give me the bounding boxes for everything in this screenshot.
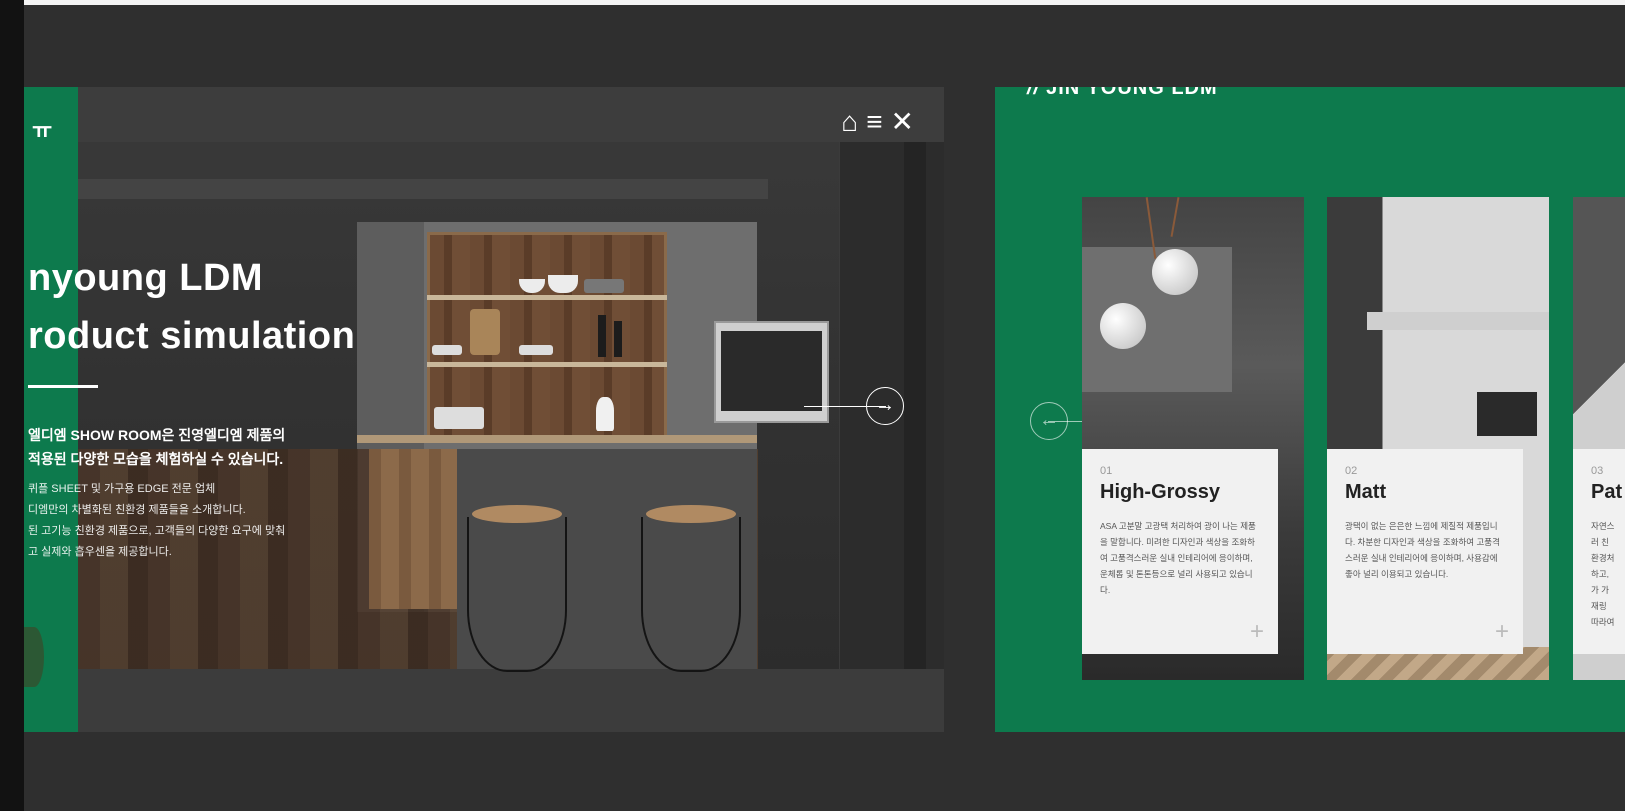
canisters [434, 407, 484, 429]
arrow-right-icon: → [866, 387, 904, 425]
bowl [548, 275, 578, 293]
title-line-2: roduct simulation [28, 315, 356, 357]
strip-logo: ㅠ [32, 118, 53, 143]
brand-logo: // JIN YOUNG LDM [1027, 87, 1218, 100]
card-info: 01 High-Grossy ASA 고분말 고광택 처리하여 광이 나는 제품… [1082, 449, 1278, 654]
home-icon[interactable]: ⌂ [841, 107, 858, 137]
cutting-board [470, 309, 500, 355]
card-number: 02 [1345, 465, 1358, 477]
logo-text: JIN YOUNG LDM [1046, 87, 1218, 99]
pendant-lamp [1100, 303, 1146, 349]
next-arrow-button[interactable]: → [804, 387, 904, 427]
desc-small-4: 고 실제와 흡우센을 제공합니다. [28, 546, 172, 558]
bottle [598, 315, 606, 357]
vase [596, 397, 614, 431]
header-icons: ⌂ ≡ ✕ [841, 107, 914, 137]
wall-column [904, 142, 926, 732]
right-wall [839, 142, 944, 732]
title-line-1: nyoung LDM [28, 257, 264, 299]
dish [432, 345, 462, 355]
card-info: 03 Pat 자연스러 친환경처 하고, 가 가재링 따라여 [1573, 449, 1625, 654]
product-slide: // JIN YOUNG LDM ← 01 High-Grossy ASA 고분말… [995, 87, 1625, 732]
showroom-slide: ㅠ ⌂ ≡ ✕ nyoung LDM roduct simulation 엘디엠… [24, 87, 944, 732]
description: 엘디엠 SHOW ROOM은 진영엘디엠 제품의 적용된 다양한 모습을 체험하… [28, 423, 285, 563]
left-edge [0, 0, 24, 811]
card-description: 자연스러 친환경처 하고, 가 가재링 따라여 [1591, 521, 1615, 627]
oven [1477, 392, 1537, 436]
header-bar [78, 87, 944, 142]
card-title: Pat [1591, 481, 1623, 503]
product-card-matt[interactable]: 02 Matt 광택이 없는 은은한 느낌에 제질적 제품입니다. 차분한 디자… [1327, 197, 1549, 680]
desc-small-2: 디엠만의 차별화된 친환경 제품들을 소개합니다. [28, 504, 246, 516]
plus-icon[interactable]: + [1250, 618, 1264, 646]
card-title: Matt [1345, 481, 1387, 503]
counter-top [357, 435, 757, 443]
card-description: 광택이 없는 은은한 느낌에 제질적 제품입니다. 차분한 디자인과 색상을 조… [1345, 521, 1500, 579]
card-number: 01 [1100, 465, 1113, 477]
cups [519, 345, 553, 355]
pendant-lamp [1152, 249, 1198, 295]
card-title: High-Grossy [1100, 481, 1221, 503]
stool-frame [641, 517, 741, 672]
menu-icon[interactable]: ≡ [866, 107, 882, 137]
desc-line-2: 적용된 다양한 모습을 체험하실 수 있습니다. [28, 451, 284, 467]
desc-small-1: 퀴플 SHEET 및 가구용 EDGE 전문 업체 [28, 483, 216, 495]
desc-line-1: 엘디엠 SHOW ROOM은 진영엘디엠 제품의 [28, 427, 286, 443]
bottle [614, 321, 622, 357]
plus-icon[interactable]: + [1495, 618, 1509, 646]
ceiling-beam [78, 179, 768, 199]
card-info: 02 Matt 광택이 없는 은은한 느낌에 제질적 제품입니다. 차분한 디자… [1327, 449, 1523, 654]
floor [78, 669, 944, 732]
range-hood [1367, 312, 1549, 330]
plant-leaf [24, 627, 44, 687]
jar-set [584, 279, 624, 293]
card-description: ASA 고분말 고광택 처리하여 광이 나는 제품을 말합니다. 미려한 디자인… [1100, 521, 1256, 595]
page-title: nyoung LDM roduct simulation [28, 249, 355, 365]
stool-frame [467, 517, 567, 672]
shelf-board [427, 362, 667, 367]
island-panel [369, 449, 459, 609]
card-number: 03 [1591, 465, 1604, 477]
product-card-high-grossy[interactable]: 01 High-Grossy ASA 고분말 고광택 처리하여 광이 나는 제품… [1082, 197, 1304, 680]
logo-mark: // [1027, 87, 1041, 99]
brand-strip: ㅠ [24, 87, 78, 732]
top-edge [0, 0, 1625, 5]
desc-small-3: 된 고기능 친환경 제품으로, 고객들의 다양한 요구에 맞춰 [28, 525, 286, 537]
product-card-pattern[interactable]: 03 Pat 자연스러 친환경처 하고, 가 가재링 따라여 [1573, 197, 1625, 680]
shelf-board [427, 295, 667, 300]
arrow-left-icon: ← [1030, 402, 1068, 440]
title-divider [28, 385, 98, 388]
close-icon[interactable]: ✕ [891, 107, 914, 137]
